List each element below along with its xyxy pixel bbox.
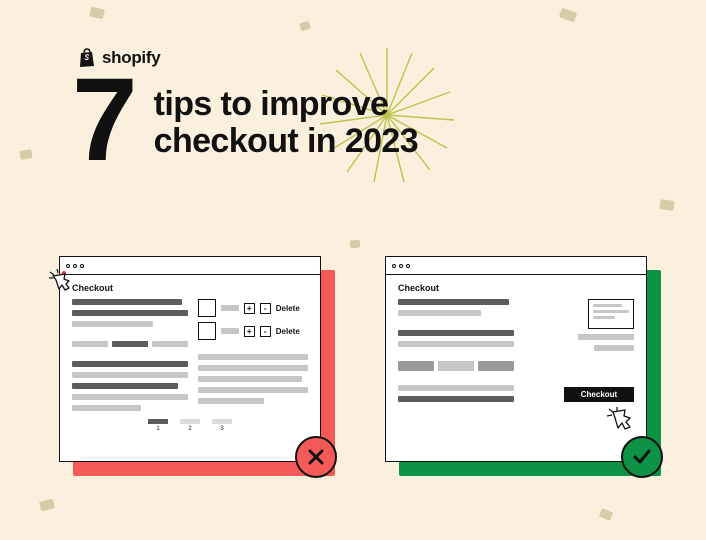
example-good: Checkout [385,256,647,462]
qty-minus-button[interactable]: - [260,326,271,337]
checkout-heading: Checkout [398,283,634,293]
product-thumb [198,322,216,340]
x-icon [306,447,326,467]
delete-button[interactable]: Delete [276,304,300,313]
cursor-click-icon [47,266,75,294]
headline-number: 7 [72,70,132,170]
headline-line-2: checkout in 2023 [154,123,418,160]
page-num[interactable]: 3 [220,426,223,432]
pagination: 1 2 3 [72,419,308,432]
headline-text: tips to improve checkout in 2023 [154,86,418,159]
qty-plus-button[interactable]: + [244,326,255,337]
checkout-heading: Checkout [72,283,308,293]
window-chrome [386,257,646,275]
window-chrome [60,257,320,275]
product-thumb [198,299,216,317]
delete-button[interactable]: Delete [276,327,300,336]
cursor-click-icon [605,406,635,436]
page-num[interactable]: 1 [156,426,159,432]
cart-line-item: + - Delete [198,322,308,340]
headline-line-1: tips to improve [154,86,418,123]
qty-plus-button[interactable]: + [244,303,255,314]
example-bad: Checkout [59,256,321,462]
approve-badge [621,436,663,478]
check-icon [631,446,653,468]
checkout-button[interactable]: Checkout [564,387,634,402]
cart-line-item: + - Delete [198,299,308,317]
page-num[interactable]: 2 [188,426,191,432]
reject-badge [295,436,337,478]
qty-minus-button[interactable]: - [260,303,271,314]
order-summary [588,299,634,329]
